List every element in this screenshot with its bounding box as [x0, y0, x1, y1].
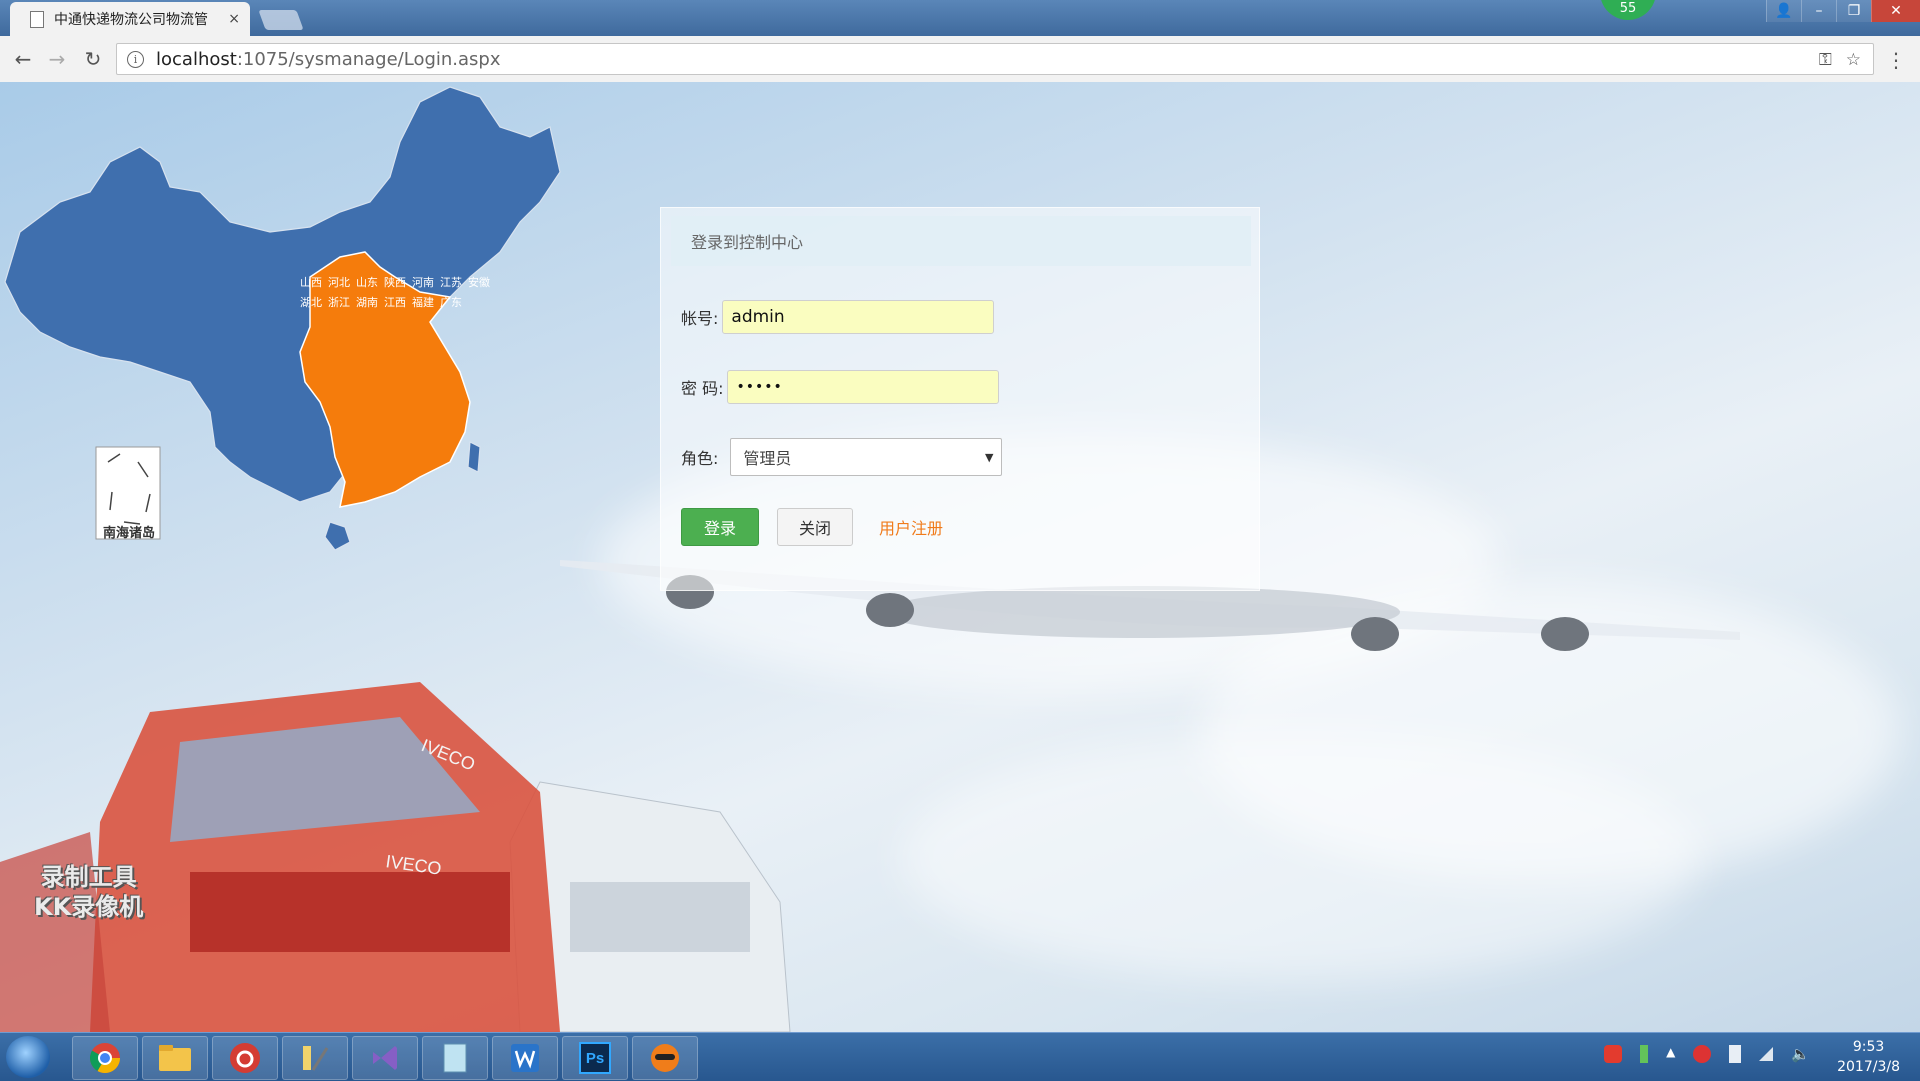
clock-time: 9:53 [1852, 1039, 1885, 1055]
watermark-line2: KK录像机 [34, 893, 144, 921]
key-icon[interactable]: ⚿ [1819, 50, 1832, 70]
address-bar[interactable]: i localhost:1075/sysmanage/Login.aspx ⚿ … [116, 43, 1874, 75]
account-label: 帐号: [681, 309, 719, 328]
login-panel: 登录到控制中心 帐号: admin 密 码: ••••• 角色: 管理员 ▼ 登… [660, 207, 1260, 591]
page-icon [30, 10, 44, 28]
back-button[interactable]: ← [10, 46, 36, 72]
photoshop-label: Ps [579, 1042, 611, 1074]
password-label: 密 码: [681, 379, 724, 398]
province-label: 福建 [412, 296, 434, 309]
user-icon[interactable]: 👤 [1766, 0, 1801, 22]
netease-music-icon[interactable] [212, 1036, 278, 1080]
volume-icon[interactable]: 🔈 [1791, 1045, 1810, 1063]
url-host: localhost [156, 48, 237, 70]
province-label: 安徽 [468, 276, 490, 289]
role-select[interactable]: 管理员 ▼ [730, 438, 1003, 476]
account-row: 帐号: admin [681, 300, 995, 334]
login-header: 登录到控制中心 [671, 216, 1251, 266]
clock[interactable]: 9:53 2017/3/8 [1837, 1037, 1900, 1077]
browser-tab[interactable]: 中通快递物流公司物流管 × [10, 2, 250, 36]
browser-titlebar: 中通快递物流公司物流管 × 55 👤 – ❐ ✕ [0, 0, 1920, 36]
bandicam-icon[interactable] [632, 1036, 698, 1080]
system-tray: ▲ 🔈 [1604, 1045, 1810, 1063]
province-label: 陕西 [384, 276, 406, 289]
power-icon[interactable] [1729, 1045, 1742, 1063]
role-row: 角色: 管理员 ▼ [681, 438, 1003, 476]
network-icon[interactable] [1759, 1047, 1774, 1061]
window-close-button[interactable]: ✕ [1871, 0, 1920, 22]
province-label: 河南 [412, 276, 434, 289]
role-label: 角色: [681, 449, 719, 468]
province-label: 江西 [384, 296, 406, 309]
security-icon[interactable] [1693, 1045, 1712, 1063]
bookmark-star-icon[interactable]: ☆ [1846, 50, 1861, 70]
notepad-icon[interactable] [422, 1036, 488, 1080]
dropdown-arrow-icon: ▼ [984, 451, 994, 464]
window-controls: 👤 – ❐ ✕ [1766, 0, 1920, 22]
folder-icon[interactable] [142, 1036, 208, 1080]
province-label: 湖北 [300, 296, 322, 309]
tab-close-icon[interactable]: × [228, 11, 240, 27]
province-label: 浙江 [328, 296, 350, 309]
trucks-image: IVECO IVECO [0, 682, 791, 1032]
province-label: 湖南 [356, 296, 378, 309]
watermark-line1: 录制工具 [40, 863, 137, 891]
sogou-ime-icon[interactable] [1604, 1045, 1623, 1063]
word-icon[interactable] [492, 1036, 558, 1080]
china-map [4, 86, 561, 551]
inset-label: 南海诸岛 [102, 526, 155, 541]
province-label: 河北 [328, 276, 350, 289]
chrome-icon[interactable] [72, 1036, 138, 1080]
register-link[interactable]: 用户注册 [879, 515, 943, 539]
actions-row: 登录 关闭 用户注册 [681, 508, 943, 546]
browser-toolbar: ← → ↻ i localhost:1075/sysmanage/Login.a… [0, 36, 1920, 83]
tab-title: 中通快递物流公司物流管 [54, 12, 208, 28]
start-button[interactable] [6, 1036, 50, 1078]
hainan-island [324, 521, 351, 551]
cloud [900, 732, 1700, 982]
province-label: 广东 [440, 296, 462, 309]
maximize-button[interactable]: ❐ [1836, 0, 1871, 22]
password-input[interactable]: ••••• [727, 370, 1000, 404]
reload-button[interactable]: ↻ [80, 46, 106, 72]
menu-icon[interactable]: ⋮ [1886, 48, 1906, 72]
url-path: :1075/sysmanage/Login.aspx [236, 48, 501, 70]
login-button[interactable]: 登录 [681, 508, 759, 546]
role-select-value: 管理员 [743, 449, 792, 468]
recorder-watermark: 录制工具 KK录像机 [34, 862, 143, 922]
minimize-button[interactable]: – [1801, 0, 1836, 22]
province-label: 江苏 [440, 276, 462, 289]
show-hidden-icons[interactable]: ▲ [1666, 1045, 1675, 1063]
forward-button[interactable]: → [44, 46, 70, 72]
tools-icon[interactable] [282, 1036, 348, 1080]
clock-date: 2017/3/8 [1837, 1059, 1900, 1075]
taskbar: Ps ▲ 🔈 9:53 2017/3/8 [0, 1032, 1920, 1081]
close-button[interactable]: 关闭 [777, 508, 853, 546]
battery-icon[interactable] [1640, 1045, 1649, 1063]
province-labels: 山西 河北 山东 陕西 河南 江苏 安徽 湖北 浙江 湖南 江西 福建 广东 [300, 262, 490, 492]
notification-badge[interactable]: 55 [1600, 0, 1656, 20]
info-icon[interactable]: i [127, 50, 144, 68]
login-page: 南海诸岛 山西 河北 山东 陕西 河南 江苏 安徽 湖北 浙江 湖南 江西 福建… [0, 82, 1920, 1032]
password-row: 密 码: ••••• [681, 370, 1000, 404]
visual-studio-icon[interactable] [352, 1036, 418, 1080]
province-label: 山东 [356, 276, 378, 289]
new-tab-button[interactable] [258, 10, 304, 30]
account-input[interactable]: admin [722, 300, 995, 334]
province-label: 山西 [300, 276, 322, 289]
photoshop-icon[interactable]: Ps [562, 1036, 628, 1080]
